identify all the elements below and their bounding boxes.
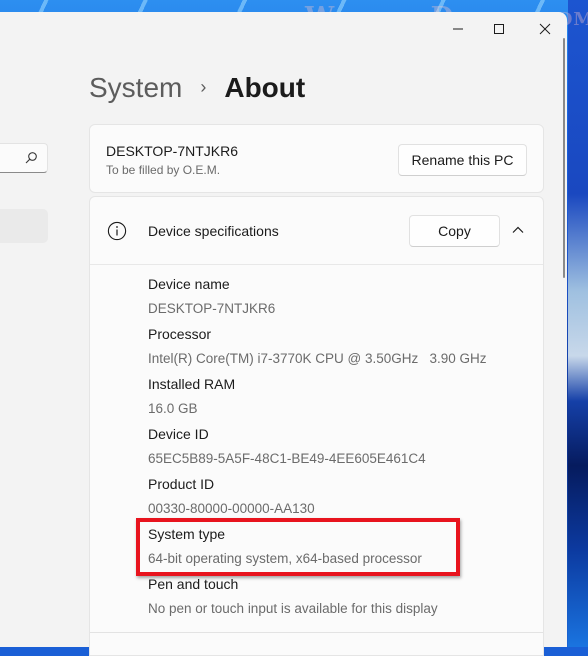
- spec-value: 00330-80000-00000-AA130: [148, 501, 315, 516]
- device-specifications-card: Device specifications Copy Device name D…: [89, 196, 544, 656]
- spec-label: Product ID: [148, 476, 215, 492]
- spec-label: Pen and touch: [148, 576, 239, 592]
- pc-name-card: DESKTOP-7NTJKR6 To be filled by O.E.M. R…: [89, 124, 544, 193]
- device-specifications-title: Device specifications: [148, 223, 279, 239]
- spec-label: Device ID: [148, 426, 209, 442]
- breadcrumb: System › About: [89, 70, 305, 106]
- spec-value: No pen or touch input is available for t…: [148, 601, 438, 616]
- spec-label: Installed RAM: [148, 376, 236, 392]
- copy-button[interactable]: Copy: [409, 215, 500, 247]
- minimize-button[interactable]: [435, 12, 481, 46]
- search-icon: [24, 151, 38, 170]
- spec-value: 65EC5B89-5A5F-48C1-BE49-4EE605E461C4: [148, 451, 426, 466]
- pc-model: To be filled by O.E.M.: [106, 163, 221, 177]
- pc-device-name: DESKTOP-7NTJKR6: [106, 143, 238, 159]
- maximize-button[interactable]: [476, 12, 522, 46]
- spec-label: Processor: [148, 326, 212, 342]
- spec-value: DESKTOP-7NTJKR6: [148, 301, 276, 316]
- maximize-icon: [494, 24, 504, 34]
- close-icon: [539, 23, 551, 35]
- spec-value: 16.0 GB: [148, 401, 198, 416]
- page-title: About: [224, 72, 306, 103]
- info-icon: [107, 221, 127, 246]
- device-specifications-header[interactable]: Device specifications Copy: [90, 197, 543, 265]
- card-divider: [90, 632, 543, 633]
- wallpaper-edge: [568, 0, 588, 647]
- minimize-icon: [453, 28, 463, 30]
- spec-label: Device name: [148, 276, 230, 292]
- chevron-right-icon: ›: [200, 77, 207, 97]
- spec-value: Intel(R) Core(TM) i7-3770K CPU @ 3.50GHz…: [148, 351, 487, 366]
- close-button[interactable]: [522, 12, 568, 46]
- settings-search-input[interactable]: [0, 143, 48, 173]
- breadcrumb-system-link[interactable]: System: [89, 70, 182, 106]
- vertical-scrollbar[interactable]: [563, 38, 565, 278]
- system-type-highlight-box: [136, 518, 460, 576]
- rename-pc-button[interactable]: Rename this PC: [398, 144, 527, 176]
- chevron-up-icon[interactable]: [511, 223, 525, 242]
- sidebar-item-system[interactable]: [0, 209, 48, 243]
